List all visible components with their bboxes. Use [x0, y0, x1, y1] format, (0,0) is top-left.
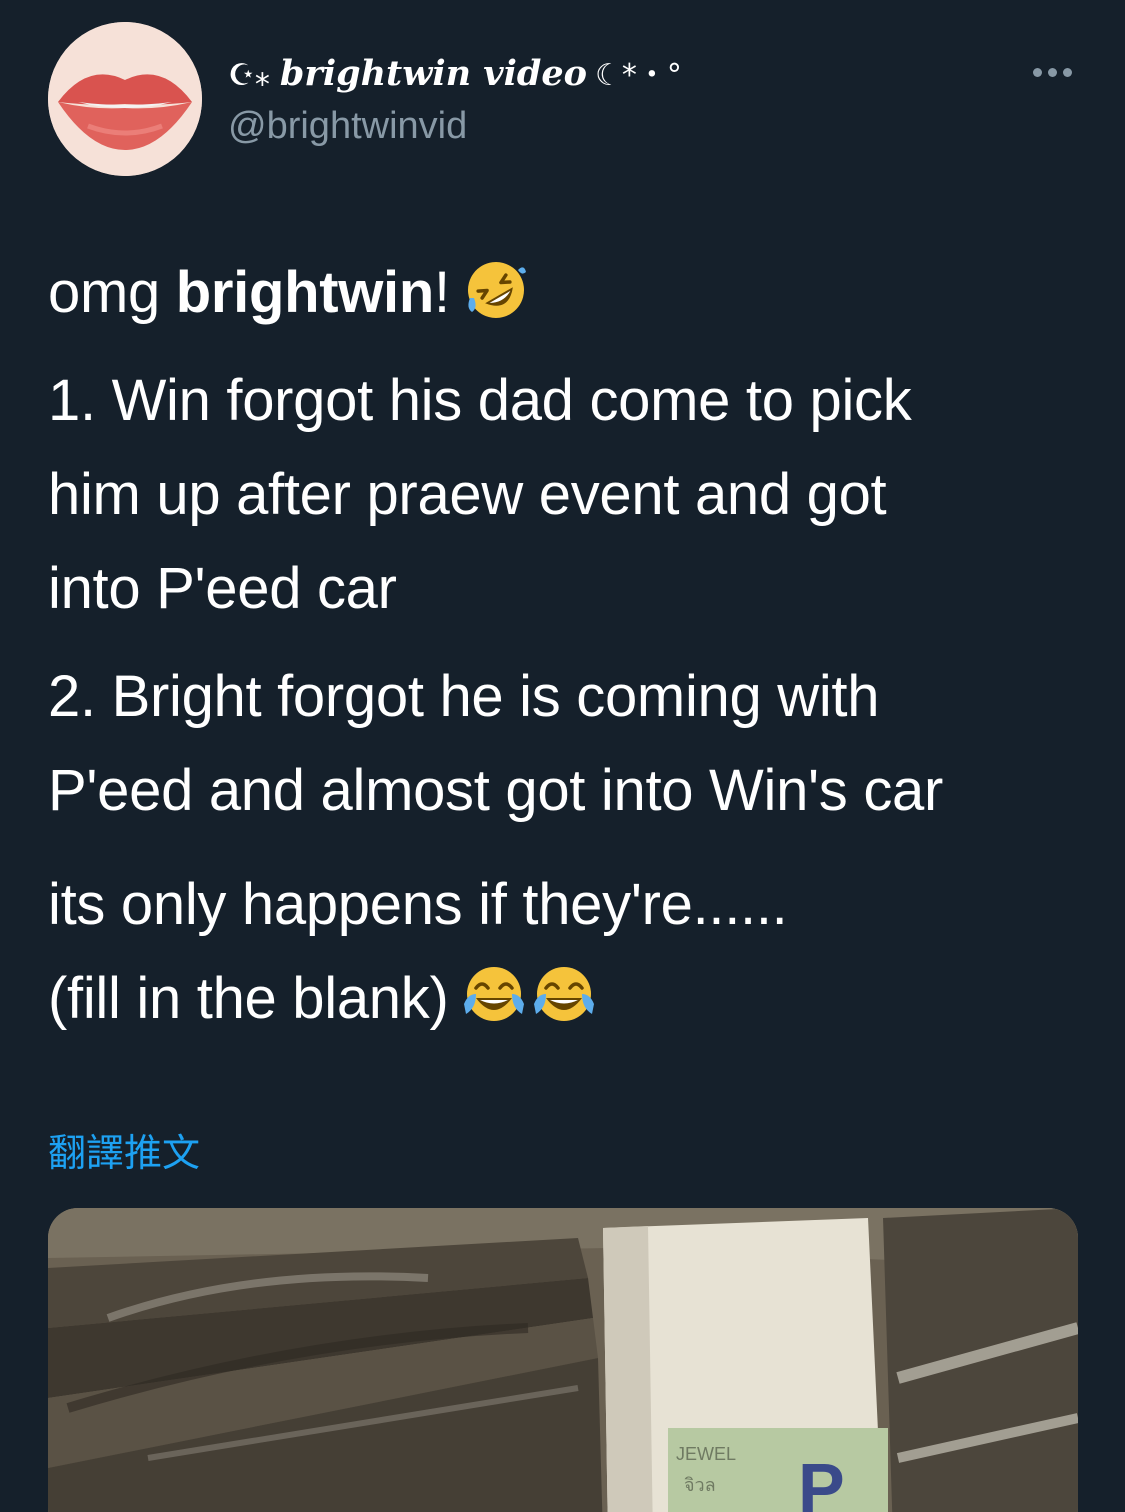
parking-sign-letter: P	[798, 1449, 845, 1512]
user-handle[interactable]: @brightwinvid	[228, 103, 467, 149]
dot	[1032, 67, 1042, 77]
tweet-item-1-line-3: into P'eed car	[48, 556, 397, 621]
avatar[interactable]	[48, 22, 202, 176]
tweet-item-1-line-2: him up after praew event and got	[48, 462, 887, 527]
tweet-closing-line-2: (fill in the blank)	[48, 952, 1088, 1046]
lips-avatar-icon	[48, 22, 202, 176]
sign-text-thai: จิวล	[684, 1475, 716, 1496]
rolling-on-floor-laughing-emoji-icon	[467, 262, 526, 318]
tweet-closing-line-1: its only happens if they're......	[48, 872, 788, 937]
display-name-text: brightwin video	[279, 53, 587, 94]
dot	[1047, 67, 1057, 77]
tweet-item-1-line-1: 1. Win forgot his dad come to pick	[48, 368, 912, 433]
name-prefix-decoration: ☪︎⁎	[228, 58, 270, 93]
face-with-tears-of-joy-emoji-icon	[534, 967, 595, 1021]
more-options-icon[interactable]	[1022, 52, 1082, 92]
parking-garage-image	[48, 1208, 1078, 1512]
dot	[1062, 67, 1072, 77]
closing-text: (fill in the blank)	[48, 966, 449, 1031]
intro-text: omg	[48, 260, 176, 325]
intro-exclaim: !	[434, 260, 450, 325]
translate-tweet-link[interactable]: 翻譯推文	[48, 1128, 200, 1178]
display-name[interactable]: ☪︎⁎ brightwin video ☾*・°	[228, 52, 682, 98]
tweet-item-2-line-2: P'eed and almost got into Win's car	[48, 758, 943, 823]
tweet-item-2-line-1: 2. Bright forgot he is coming with	[48, 664, 880, 729]
name-suffix-decoration: ☾*・°	[594, 58, 682, 93]
sign-text-jewel: JEWEL	[676, 1444, 737, 1464]
face-with-tears-of-joy-emoji-icon	[464, 967, 525, 1021]
tweet-text: omg brightwin! 1. Win forgot his dad com…	[48, 246, 1088, 1046]
tweet-line-intro: omg brightwin!	[48, 246, 1088, 340]
intro-bold-text: brightwin	[175, 260, 435, 325]
tweet-media-video[interactable]: JEWEL จิวล P	[48, 1208, 1078, 1512]
